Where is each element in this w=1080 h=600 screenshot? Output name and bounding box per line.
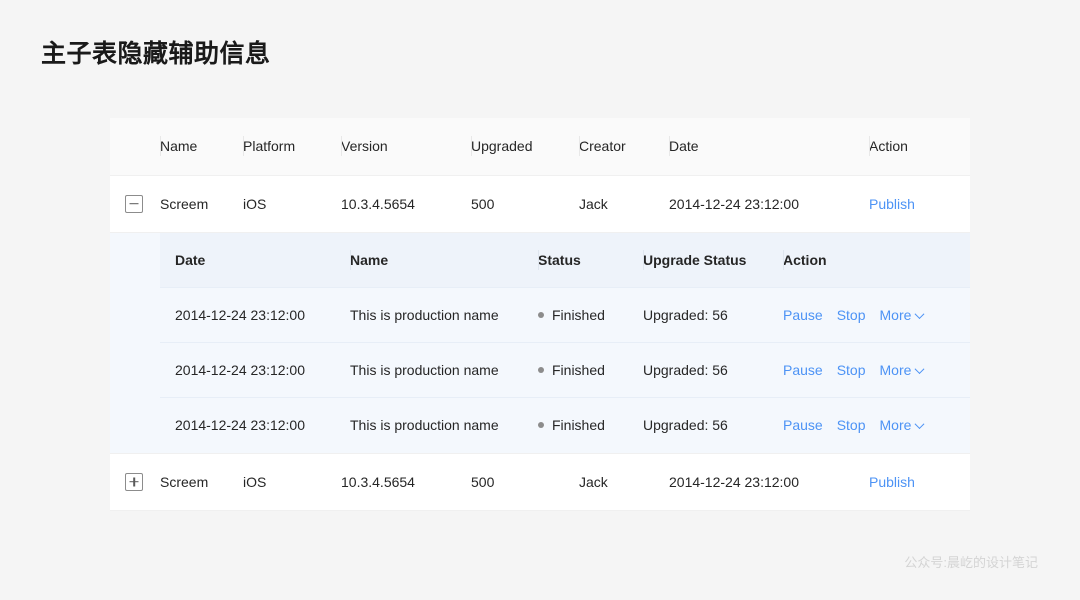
chevron-down-icon	[915, 309, 925, 319]
outer-row-name: Screem	[160, 454, 243, 511]
outer-header-version: Version	[341, 118, 471, 175]
more-label: More	[880, 417, 912, 433]
sub-row-status-cell: Finished	[538, 398, 643, 453]
status-dot-icon	[538, 367, 544, 373]
outer-table: Name Platform Version Upgraded Creator D…	[110, 118, 970, 233]
outer-row-version: 10.3.4.5654	[341, 454, 471, 511]
outer-header-platform: Platform	[243, 118, 341, 175]
stop-link[interactable]: Stop	[837, 307, 866, 323]
stop-link[interactable]: Stop	[837, 417, 866, 433]
table-row[interactable]: Screem iOS 10.3.4.5654 500 Jack 2014-12-…	[110, 454, 970, 511]
sub-table-row[interactable]: 2014-12-24 23:12:00 This is production n…	[160, 343, 970, 398]
sub-row-actions: Pause Stop More	[783, 398, 970, 453]
outer-row-version: 10.3.4.5654	[341, 175, 471, 232]
sub-header-upgrade-status: Upgrade Status	[643, 233, 783, 288]
status-badge: Finished	[552, 307, 605, 323]
pause-link[interactable]: Pause	[783, 417, 823, 433]
chevron-down-icon	[915, 364, 925, 374]
outer-header-creator: Creator	[579, 118, 669, 175]
outer-row-date: 2014-12-24 23:12:00	[669, 175, 869, 232]
chevron-down-icon	[915, 419, 925, 429]
sub-table: Date Name Status Upgrade Status Action 2…	[160, 233, 970, 453]
sub-header-action: Action	[783, 233, 970, 288]
outer-header-action: Action	[869, 118, 970, 175]
plus-square-icon[interactable]	[125, 473, 143, 491]
outer-row-creator: Jack	[579, 175, 669, 232]
sub-row-name: This is production name	[350, 288, 538, 343]
outer-row-toggle-cell	[110, 454, 160, 511]
sub-row-status-cell: Finished	[538, 343, 643, 398]
sub-header-date: Date	[160, 233, 350, 288]
sub-row-date: 2014-12-24 23:12:00	[160, 343, 350, 398]
outer-table-header-row: Name Platform Version Upgraded Creator D…	[110, 118, 970, 175]
publish-link[interactable]: Publish	[869, 175, 970, 232]
outer-table-continued: Screem iOS 10.3.4.5654 500 Jack 2014-12-…	[110, 454, 970, 512]
outer-row-date: 2014-12-24 23:12:00	[669, 454, 869, 511]
sub-row-name: This is production name	[350, 398, 538, 453]
outer-row-platform: iOS	[243, 175, 341, 232]
outer-row-platform: iOS	[243, 454, 341, 511]
pause-link[interactable]: Pause	[783, 362, 823, 378]
outer-row-toggle-cell	[110, 175, 160, 232]
outer-row-name: Screem	[160, 175, 243, 232]
sub-row-actions: Pause Stop More	[783, 343, 970, 398]
sub-row-upgrade-status: Upgraded: 56	[643, 343, 783, 398]
outer-header-name: Name	[160, 118, 243, 175]
stop-link[interactable]: Stop	[837, 362, 866, 378]
table-card: Name Platform Version Upgraded Creator D…	[110, 118, 970, 511]
status-dot-icon	[538, 312, 544, 318]
sub-row-name: This is production name	[350, 343, 538, 398]
page-title: 主子表隐藏辅助信息	[41, 34, 271, 70]
more-dropdown[interactable]: More	[880, 307, 924, 323]
outer-row-upgraded: 500	[471, 175, 579, 232]
publish-link[interactable]: Publish	[869, 454, 970, 511]
status-dot-icon	[538, 422, 544, 428]
sub-header-name: Name	[350, 233, 538, 288]
minus-square-icon[interactable]	[125, 195, 143, 213]
sub-row-status-cell: Finished	[538, 288, 643, 343]
more-dropdown[interactable]: More	[880, 362, 924, 378]
outer-header-upgraded: Upgraded	[471, 118, 579, 175]
sub-table-row[interactable]: 2014-12-24 23:12:00 This is production n…	[160, 288, 970, 343]
more-dropdown[interactable]: More	[880, 417, 924, 433]
sub-table-row[interactable]: 2014-12-24 23:12:00 This is production n…	[160, 398, 970, 453]
status-badge: Finished	[552, 417, 605, 433]
table-row[interactable]: Screem iOS 10.3.4.5654 500 Jack 2014-12-…	[110, 175, 970, 232]
watermark: 公众号:晨屹的设计笔记	[904, 552, 1038, 571]
expanded-row-panel: Date Name Status Upgrade Status Action 2…	[110, 233, 970, 454]
sub-row-date: 2014-12-24 23:12:00	[160, 398, 350, 453]
sub-row-upgrade-status: Upgraded: 56	[643, 288, 783, 343]
pause-link[interactable]: Pause	[783, 307, 823, 323]
sub-row-actions: Pause Stop More	[783, 288, 970, 343]
sub-row-upgrade-status: Upgraded: 56	[643, 398, 783, 453]
sub-row-date: 2014-12-24 23:12:00	[160, 288, 350, 343]
status-badge: Finished	[552, 362, 605, 378]
sub-table-header-row: Date Name Status Upgrade Status Action	[160, 233, 970, 288]
more-label: More	[880, 362, 912, 378]
outer-header-toggle	[110, 118, 160, 175]
sub-header-status: Status	[538, 233, 643, 288]
outer-header-date: Date	[669, 118, 869, 175]
outer-row-creator: Jack	[579, 454, 669, 511]
outer-row-upgraded: 500	[471, 454, 579, 511]
page-root: 主子表隐藏辅助信息 Name Platform Version Upgraded…	[0, 0, 1080, 600]
more-label: More	[880, 307, 912, 323]
